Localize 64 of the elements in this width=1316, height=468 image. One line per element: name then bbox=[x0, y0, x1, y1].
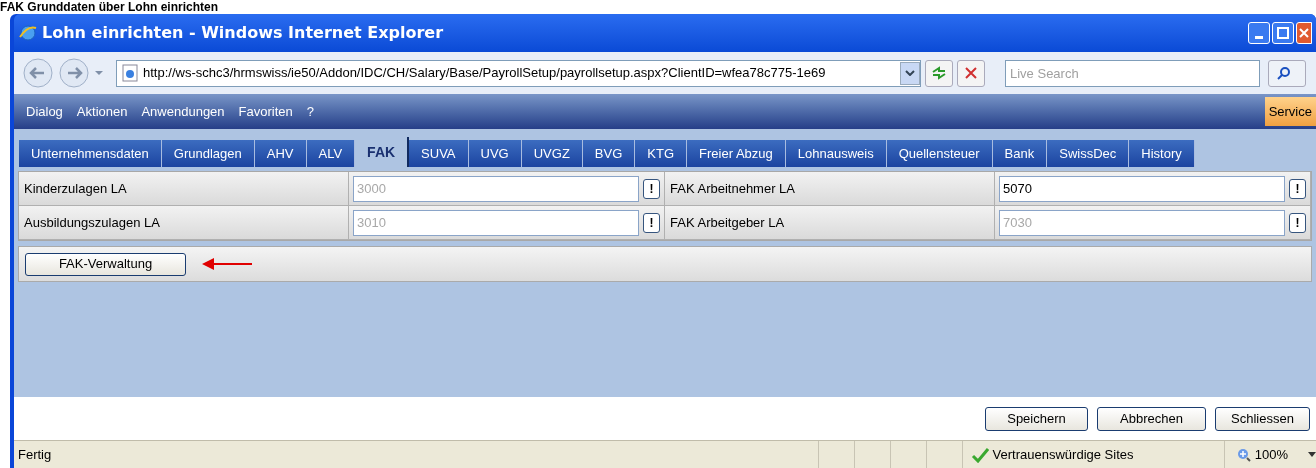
forward-icon[interactable] bbox=[58, 57, 90, 89]
maximize-button[interactable] bbox=[1272, 22, 1294, 44]
tab[interactable]: Quellensteuer bbox=[886, 140, 993, 167]
maximize-icon bbox=[1277, 27, 1289, 39]
tab[interactable]: ALV bbox=[306, 140, 356, 167]
field-label: Kinderzulagen LA bbox=[19, 172, 349, 206]
page-caption: FAK Grunddaten über Lohn einrichten bbox=[0, 0, 218, 14]
footer-button[interactable]: Schliessen bbox=[1215, 406, 1310, 431]
close-button[interactable] bbox=[1296, 22, 1312, 44]
refresh-icon bbox=[931, 66, 947, 80]
tab[interactable]: KTG bbox=[635, 140, 688, 167]
arrow-icon bbox=[202, 258, 252, 270]
tab[interactable]: History bbox=[1129, 140, 1195, 167]
minimize-button[interactable] bbox=[1248, 22, 1270, 44]
tab[interactable]: Freier Abzug bbox=[687, 140, 786, 167]
stop-icon bbox=[965, 67, 977, 79]
tab[interactable]: SwissDec bbox=[1047, 140, 1130, 167]
footer-button[interactable]: Speichern bbox=[985, 406, 1088, 431]
field-label: FAK Arbeitgeber LA bbox=[665, 206, 995, 240]
chevron-icon bbox=[905, 70, 915, 76]
refresh-button[interactable] bbox=[925, 59, 953, 87]
address-field[interactable]: http://ws-schc3/hrmswiss/ie50/Addon/IDC/CH/Salary/Base/PayrollSetup/payrollsetup.aspx?ClientID=wfea78c775-1e69 bbox=[116, 59, 921, 87]
field-label: Ausbildungszulagen LA bbox=[19, 206, 349, 240]
menu-item[interactable]: Aktionen bbox=[76, 101, 128, 122]
tab[interactable]: Bank bbox=[992, 140, 1048, 167]
dropdown-button[interactable] bbox=[900, 61, 920, 85]
window-title: Lohn einrichten - Windows Internet Explorer bbox=[42, 22, 444, 44]
stop-button[interactable] bbox=[957, 59, 985, 87]
footer-button[interactable]: Abbrechen bbox=[1097, 406, 1206, 431]
security-zone: Vertrauenswürdige Sites bbox=[992, 445, 1134, 464]
url-text: http://ws-schc3/hrmswiss/ie50/Addon/IDC/CH/Salary/Base/PayrollSetup/payrollsetup.aspx?ClientID=wfea78c775-1e69 bbox=[143, 64, 827, 83]
info-button[interactable]: ! bbox=[1289, 212, 1306, 233]
close-icon bbox=[1299, 28, 1309, 38]
tab[interactable]: Unternehmensdaten bbox=[19, 140, 162, 167]
tab[interactable]: Lohnausweis bbox=[785, 140, 887, 167]
search-field[interactable]: Live Search bbox=[1005, 59, 1260, 87]
info-button[interactable]: ! bbox=[1289, 178, 1306, 199]
zoom-level[interactable]: 100% bbox=[1254, 444, 1288, 465]
menu-item[interactable]: Anwendungen bbox=[141, 101, 225, 122]
status-text: Fertig bbox=[17, 445, 53, 464]
page-icon bbox=[121, 64, 139, 82]
back-icon[interactable] bbox=[22, 57, 54, 89]
fak-verwaltung-button[interactable]: FAK-Verwaltung bbox=[25, 252, 186, 276]
field-label: FAK Arbeitnehmer LA bbox=[665, 172, 995, 206]
checkmark-icon bbox=[970, 446, 989, 463]
browser-logo-icon bbox=[18, 23, 38, 43]
tab[interactable]: BVG bbox=[582, 140, 636, 167]
search-icon bbox=[1277, 66, 1291, 80]
menu-item[interactable]: Favoriten bbox=[238, 101, 293, 122]
menu-item[interactable]: Dialog bbox=[26, 101, 63, 122]
tab[interactable]: UVGZ bbox=[521, 140, 583, 167]
search-button[interactable] bbox=[1268, 59, 1306, 87]
zoom-icon bbox=[1236, 447, 1251, 462]
info-button[interactable]: ! bbox=[643, 178, 660, 199]
info-button[interactable]: ! bbox=[643, 212, 660, 233]
tab[interactable]: UVG bbox=[468, 140, 522, 167]
tab[interactable]: Grundlagen bbox=[161, 140, 255, 167]
menu-item[interactable]: ? bbox=[306, 101, 315, 122]
caret-icon[interactable] bbox=[1308, 452, 1316, 457]
tab[interactable]: AHV bbox=[254, 140, 307, 167]
service-button[interactable]: Service bbox=[1264, 97, 1316, 126]
tab[interactable]: SUVA bbox=[409, 140, 469, 167]
input-field[interactable]: 5070 bbox=[999, 175, 1285, 202]
minimize-icon bbox=[1255, 36, 1263, 39]
